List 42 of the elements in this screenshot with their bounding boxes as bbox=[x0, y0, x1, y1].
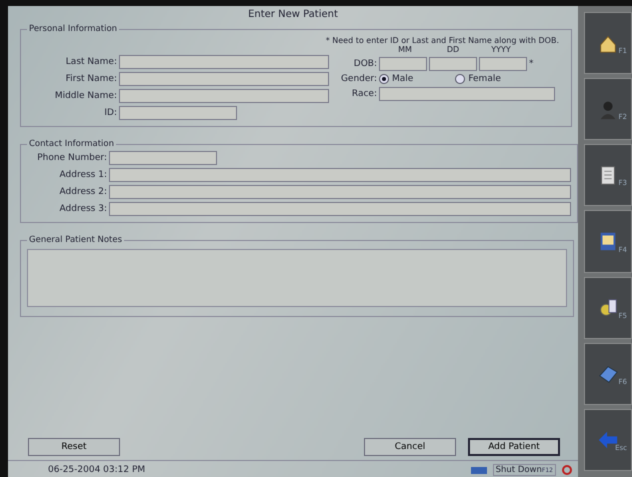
text-field[interactable] bbox=[109, 168, 571, 182]
text-field[interactable] bbox=[119, 72, 329, 86]
date-part-label: MM bbox=[397, 45, 413, 54]
text-field[interactable] bbox=[109, 151, 217, 165]
window-title: Enter New Patient bbox=[248, 9, 338, 20]
text-field[interactable] bbox=[379, 87, 555, 101]
field-label: Middle Name: bbox=[54, 91, 117, 101]
date-part-label: DD bbox=[446, 45, 460, 54]
power-icon[interactable] bbox=[562, 465, 572, 475]
date-field[interactable] bbox=[479, 57, 527, 71]
section-legend: General Patient Notes bbox=[27, 235, 124, 245]
date-field[interactable] bbox=[379, 57, 427, 71]
field-label: Gender: bbox=[340, 74, 377, 84]
dialog-button[interactable]: Cancel bbox=[364, 438, 456, 456]
radio-label: Male bbox=[392, 74, 414, 84]
required-note: * Need to enter ID or Last and First Name along with DOB. bbox=[326, 36, 559, 45]
text-field[interactable] bbox=[109, 185, 571, 199]
field-label: DOB: bbox=[352, 59, 377, 69]
date-field[interactable] bbox=[429, 57, 477, 71]
section-legend: Contact Information bbox=[27, 139, 116, 149]
reset-button[interactable]: Reset bbox=[28, 438, 120, 456]
text-field[interactable] bbox=[109, 202, 571, 216]
dialog-button[interactable]: Add Patient bbox=[468, 438, 560, 456]
text-field[interactable] bbox=[119, 55, 329, 69]
notes-field[interactable] bbox=[27, 249, 567, 307]
field-label: Race: bbox=[350, 89, 377, 99]
field-label: Address 3: bbox=[58, 204, 107, 214]
radio-button[interactable] bbox=[379, 74, 389, 84]
radio-button[interactable] bbox=[455, 74, 466, 84]
text-field[interactable] bbox=[119, 89, 329, 103]
date-part-label: YYYY bbox=[490, 45, 512, 54]
status-datetime: 06-25-2004 03:12 PM bbox=[48, 465, 146, 475]
field-label: Address 2: bbox=[58, 187, 107, 197]
radio-label: Female bbox=[468, 74, 501, 84]
section-legend: Personal Information bbox=[27, 24, 120, 34]
field-label: First Name: bbox=[64, 74, 117, 84]
field-label: Phone Number: bbox=[36, 153, 107, 163]
field-label: ID: bbox=[103, 108, 117, 118]
field-label: Address 1: bbox=[58, 170, 107, 180]
field-label: Last Name: bbox=[64, 57, 117, 67]
required-mark: * bbox=[529, 59, 534, 69]
text-field[interactable] bbox=[119, 106, 237, 120]
